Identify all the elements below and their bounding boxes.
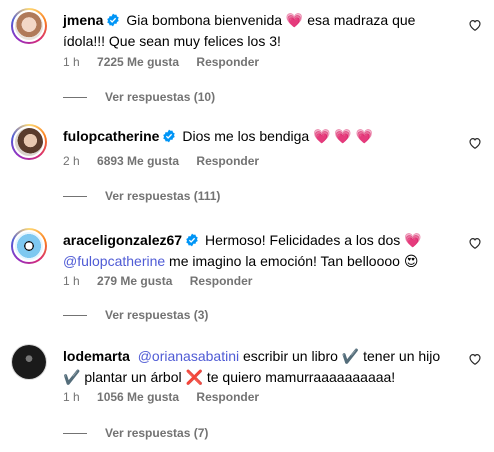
comment-segment: Gia bombona bienvenida bbox=[126, 12, 286, 28]
replies-divider bbox=[63, 433, 87, 435]
avatar[interactable] bbox=[11, 124, 47, 160]
check-emoji: ✔️ bbox=[63, 369, 81, 385]
likes-count[interactable]: 1056 Me gusta bbox=[97, 390, 179, 404]
replies-divider bbox=[63, 97, 87, 99]
comment-time: 2 h bbox=[63, 154, 80, 168]
comment-segment: tener un hijo bbox=[359, 348, 441, 364]
comment-item: jmena Gia bombona bienvenida 💗 esa madra… bbox=[0, 8, 494, 104]
comment-time: 1 h bbox=[63, 55, 80, 69]
verified-badge-icon bbox=[163, 129, 176, 143]
view-replies-label: Ver respuestas (111) bbox=[105, 189, 221, 203]
heart-outline-icon[interactable] bbox=[468, 136, 482, 150]
comment-text: araceligonzalez67 Hermoso! Felicidades a… bbox=[63, 230, 459, 272]
comment-meta: 1 h 7225 Me gusta Responder bbox=[63, 55, 273, 69]
avatar[interactable] bbox=[11, 228, 47, 264]
view-replies-label: Ver respuestas (3) bbox=[105, 308, 209, 322]
replies-divider bbox=[63, 315, 87, 317]
view-replies-button[interactable]: Ver respuestas (7) bbox=[63, 426, 208, 440]
comment-text: lodemarta @orianasabatini escribir un li… bbox=[63, 346, 459, 388]
mention-link[interactable]: @orianasabatini bbox=[138, 348, 239, 364]
comment-segment: te quiero mamurraaaaaaaaaa! bbox=[202, 369, 396, 385]
avatar[interactable] bbox=[11, 344, 47, 380]
comment-segment: plantar un árbol bbox=[80, 369, 186, 385]
reply-button[interactable]: Responder bbox=[196, 154, 259, 168]
comment-segment: Dios me los bendiga bbox=[182, 128, 314, 144]
view-replies-label: Ver respuestas (7) bbox=[105, 426, 209, 440]
heart-outline-icon[interactable] bbox=[468, 352, 482, 366]
verified-badge-icon bbox=[107, 13, 120, 27]
heart-emoji: 💗 💗 💗 bbox=[313, 128, 374, 144]
verified-badge-icon bbox=[186, 233, 198, 247]
heart-emoji: 💗 bbox=[404, 232, 422, 248]
comment-segment: Hermoso! Felicidades a los dos bbox=[204, 232, 405, 248]
view-replies-button[interactable]: Ver respuestas (10) bbox=[63, 90, 215, 104]
check-emoji: ✔️ bbox=[341, 348, 360, 364]
likes-count[interactable]: 7225 Me gusta bbox=[97, 55, 179, 69]
comment-text: jmena Gia bombona bienvenida 💗 esa madra… bbox=[63, 10, 459, 52]
heart-outline-icon[interactable] bbox=[468, 18, 482, 32]
heart-outline-icon[interactable] bbox=[468, 236, 482, 250]
comment-username[interactable]: fulopcatherine bbox=[63, 128, 159, 144]
mention-link[interactable]: @fulopcatherine bbox=[63, 253, 165, 269]
likes-count[interactable]: 279 Me gusta bbox=[97, 274, 172, 288]
comment-item: araceligonzalez67 Hermoso! Felicidades a… bbox=[0, 228, 494, 324]
cross-emoji: ❌ bbox=[185, 369, 203, 385]
reply-button[interactable]: Responder bbox=[196, 390, 259, 404]
comment-username[interactable]: jmena bbox=[63, 12, 103, 28]
comment-meta: 1 h 279 Me gusta Responder bbox=[63, 274, 266, 288]
likes-count[interactable]: 6893 Me gusta bbox=[97, 154, 179, 168]
comment-text: fulopcatherine Dios me los bendiga 💗 💗 💗 bbox=[63, 126, 459, 147]
replies-divider bbox=[63, 196, 87, 198]
comment-segment: escribir un libro bbox=[239, 348, 342, 364]
reply-button[interactable]: Responder bbox=[196, 55, 259, 69]
comment-time: 1 h bbox=[63, 274, 80, 288]
avatar[interactable] bbox=[11, 8, 47, 44]
view-replies-button[interactable]: Ver respuestas (111) bbox=[63, 189, 220, 203]
comment-item: fulopcatherine Dios me los bendiga 💗 💗 💗… bbox=[0, 124, 494, 208]
reply-button[interactable]: Responder bbox=[190, 274, 253, 288]
comment-meta: 2 h 6893 Me gusta Responder bbox=[63, 154, 273, 168]
heart-eyes-emoji: 😍 bbox=[403, 253, 419, 269]
view-replies-button[interactable]: Ver respuestas (3) bbox=[63, 308, 208, 322]
comment-meta: 1 h 1056 Me gusta Responder bbox=[63, 390, 273, 404]
comment-username[interactable]: araceligonzalez67 bbox=[63, 232, 182, 248]
comment-username[interactable]: lodemarta bbox=[63, 348, 130, 364]
comment-time: 1 h bbox=[63, 390, 80, 404]
heart-emoji: 💗 bbox=[285, 12, 304, 28]
comment-segment: me imagino la emoción! Tan belloooo bbox=[165, 253, 404, 269]
view-replies-label: Ver respuestas (10) bbox=[105, 90, 216, 104]
comment-item: lodemarta @orianasabatini escribir un li… bbox=[0, 344, 494, 444]
